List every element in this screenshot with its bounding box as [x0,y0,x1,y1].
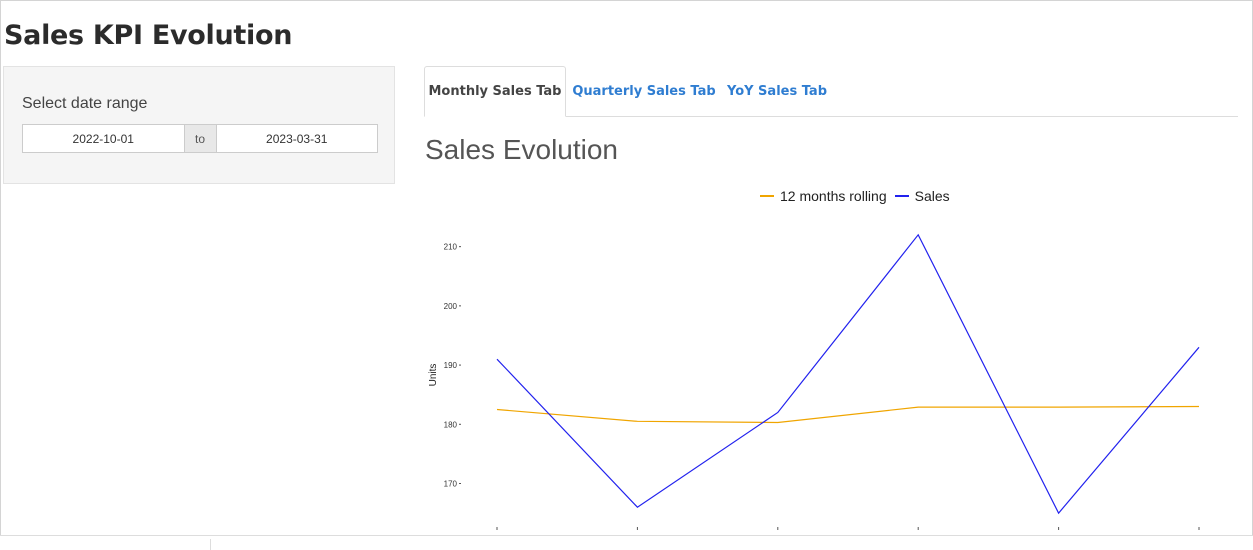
page-title: Sales KPI Evolution [4,20,293,51]
date-range-input: 2022-10-01 to 2023-03-31 [22,124,378,153]
tab-bar: Monthly Sales Tab Quarterly Sales Tab Yo… [424,66,1238,117]
date-range-separator: to [184,124,216,153]
y-tick-label: 190 [444,361,458,370]
y-axis-label: Units [428,364,439,387]
legend-label-sales: Sales [914,188,950,204]
end-date-input[interactable]: 2023-03-31 [215,124,378,153]
y-tick-label: 210 [444,243,458,252]
legend-swatch-rolling [760,195,774,197]
tab-quarterly-sales[interactable]: Quarterly Sales Tab [572,66,716,116]
legend-label-rolling: 12 months rolling [780,188,887,204]
legend-item-rolling[interactable]: 12 months rolling [760,188,887,204]
chart-legend: 12 months rolling Sales [760,188,958,204]
bottom-divider [210,539,211,550]
legend-item-sales[interactable]: Sales [894,188,950,204]
y-tick-label: 170 [444,480,458,489]
y-tick-label: 200 [444,302,458,311]
y-tick-label: 180 [444,420,458,429]
rolling-series-line [496,405,1200,424]
tab-yoy-sales[interactable]: YoY Sales Tab [722,66,832,116]
bottom-bar [0,535,1253,550]
sidebar-panel: Select date range 2022-10-01 to 2023-03-… [3,66,395,184]
start-date-input[interactable]: 2022-10-01 [22,124,185,153]
date-range-label: Select date range [22,95,148,112]
section-title: Sales Evolution [425,134,619,165]
tab-monthly-sales[interactable]: Monthly Sales Tab [424,66,566,117]
sales-line-chart: Units 170 180 190 200 210 [428,233,1200,530]
legend-swatch-sales [894,195,909,197]
sales-series-line [496,233,1200,515]
